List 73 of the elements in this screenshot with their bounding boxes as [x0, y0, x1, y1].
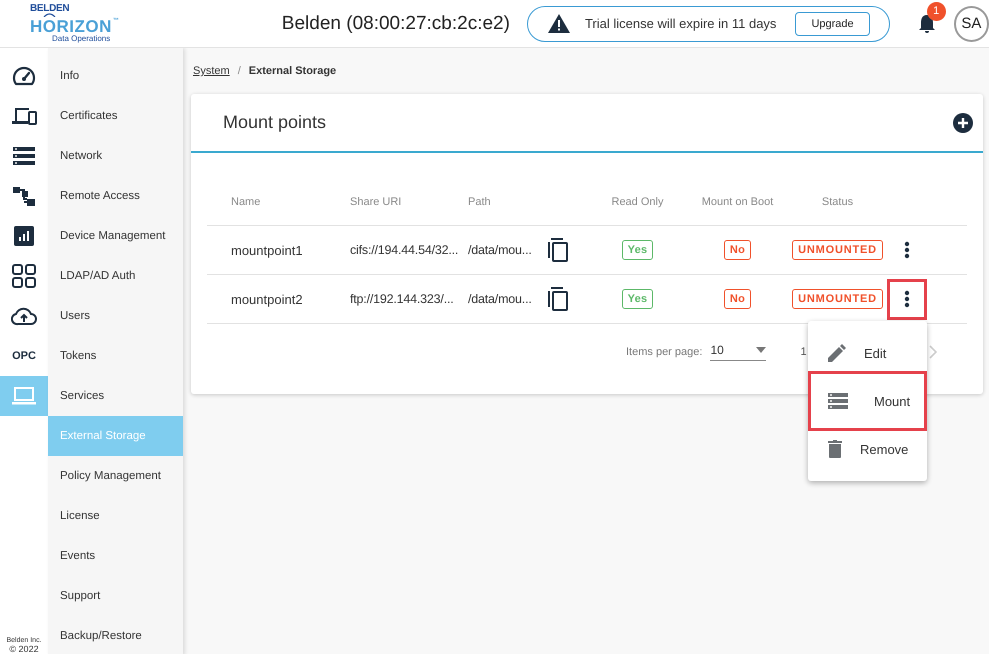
status-tag: No: [724, 289, 752, 309]
nav-item[interactable]: Services: [48, 376, 183, 416]
menu-item[interactable]: Mount: [808, 371, 927, 431]
breadcrumb-separator: /: [238, 65, 241, 77]
nav-item[interactable]: Info: [48, 56, 183, 96]
nav-item[interactable]: Tokens: [48, 336, 183, 376]
copy-icon[interactable]: [548, 238, 568, 262]
server-icon: [828, 393, 848, 409]
chart-icon: [14, 226, 34, 246]
nav-item[interactable]: Backup/Restore: [48, 616, 183, 654]
grid-icon: [12, 264, 36, 288]
bell-icon[interactable]: [918, 14, 936, 34]
trial-message: Trial license will expire in 11 days: [584, 16, 776, 31]
column-header: Share URI: [350, 196, 402, 208]
nav-item[interactable]: Device Management: [48, 216, 183, 256]
table-cell-text: mountpoint2: [231, 292, 304, 306]
column-header: Mount on Boot: [702, 196, 774, 208]
logo-brand: BELDEN: [30, 4, 70, 14]
gauge-icon: [12, 65, 36, 87]
nav-item[interactable]: Remote Access: [48, 176, 183, 216]
column-header: Status: [822, 196, 854, 208]
devices-icon: [11, 106, 37, 126]
nav-item[interactable]: Network: [48, 136, 183, 176]
status-tag: UNMOUNTED: [792, 289, 883, 309]
pencil-icon: [828, 344, 846, 362]
nav-item[interactable]: Certificates: [48, 96, 183, 136]
nav-item[interactable]: Users: [48, 296, 183, 336]
notification-badge: 1: [926, 2, 946, 20]
list-icon: [13, 147, 35, 165]
hierarchy-icon: [13, 185, 35, 207]
logo-wordmark: RIZON: [56, 18, 112, 35]
trash-icon: [828, 440, 842, 458]
copyright-text: © 2022: [9, 644, 39, 654]
card-title: Mount points: [223, 112, 328, 133]
copy-icon[interactable]: [548, 287, 568, 311]
logo-letter: H: [30, 18, 43, 35]
add-icon[interactable]: [953, 112, 973, 132]
logo-letter: O: [42, 17, 57, 36]
breadcrumb-link[interactable]: System: [193, 65, 230, 77]
rail-item[interactable]: OPC: [0, 336, 48, 376]
table-cell-text: cifs://194.44.54/32...: [350, 243, 460, 257]
nav-item[interactable]: Support: [48, 576, 183, 616]
cloud-upload-icon: [11, 306, 37, 326]
page-range: 1: [800, 346, 807, 358]
status-tag: Yes: [622, 240, 654, 260]
column-header: Path: [468, 196, 492, 208]
nav-item[interactable]: Policy Management: [48, 456, 183, 496]
more-icon: [904, 290, 910, 308]
laptop-icon: [12, 387, 36, 405]
table-cell-text: /data/mou...: [468, 292, 533, 306]
status-tag: Yes: [622, 289, 654, 309]
upgrade-button[interactable]: Upgrade: [795, 12, 870, 36]
more-icon: [904, 241, 910, 259]
breadcrumb-current: External Storage: [248, 65, 336, 77]
table-cell-text: ftp://192.144.323/...: [350, 292, 455, 306]
column-header: Read Only: [612, 196, 664, 208]
device-title: Belden (08:00:27:cb:2c:e2): [282, 12, 510, 34]
status-tag: No: [724, 240, 752, 260]
table-cell-text: /data/mou...: [468, 243, 533, 257]
nav-item[interactable]: Events: [48, 536, 183, 576]
items-per-page-label: Items per page:: [626, 346, 702, 358]
warning-icon: [548, 14, 570, 33]
column-header: Name: [231, 196, 262, 208]
caret-icon: [756, 347, 766, 353]
table-cell-text: mountpoint1: [231, 242, 304, 258]
nav-item[interactable]: License: [48, 496, 183, 536]
status-tag: UNMOUNTED: [792, 240, 883, 260]
logo-arc-icon: [42, 13, 56, 17]
page-size-select[interactable]: 10: [710, 343, 766, 361]
logo-tagline: Data Operations: [52, 35, 112, 43]
more-button[interactable]: [887, 278, 927, 320]
user-avatar[interactable]: SA: [954, 6, 989, 42]
nav-item[interactable]: LDAP/AD Auth: [48, 256, 183, 296]
